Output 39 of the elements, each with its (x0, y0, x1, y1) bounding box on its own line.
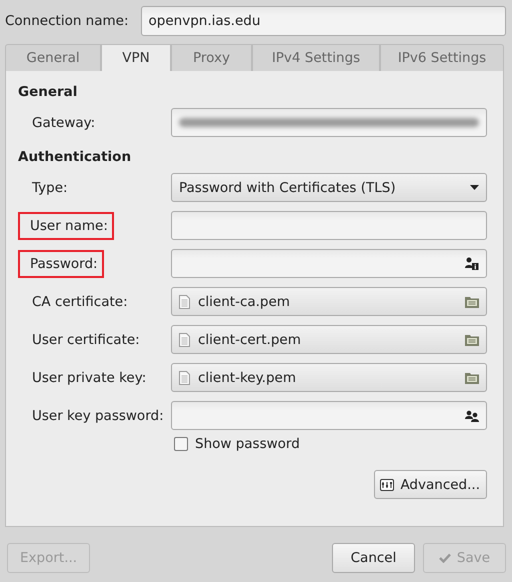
field-label: User key password: (31, 406, 165, 426)
section-heading: Authentication (18, 149, 132, 165)
connection-name-field[interactable]: openvpn.ias.edu (140, 6, 506, 36)
settings-icon (380, 478, 394, 490)
text-field[interactable] (171, 211, 487, 240)
tab[interactable]: General (5, 44, 101, 71)
show-password-checkbox[interactable]: Show password (174, 436, 300, 452)
file-icon (179, 370, 190, 384)
field-label: User name: (20, 214, 112, 238)
field-label: User certificate: (31, 330, 141, 350)
field-label: User private key: (31, 368, 148, 388)
file-chooser-button[interactable]: client-cert.pem (171, 325, 487, 354)
connection-name-label: Connection name: (5, 13, 129, 29)
folder-icon (465, 334, 479, 346)
file-chooser-button[interactable]: client-key.pem (171, 363, 487, 392)
password-field[interactable] (171, 401, 487, 430)
file-chooser-button[interactable]: client-ca.pem (171, 287, 487, 316)
folder-icon (465, 372, 479, 384)
tab[interactable]: IPv6 Settings (380, 44, 504, 71)
password-field[interactable] (171, 249, 487, 278)
cancel-button[interactable]: Cancel (332, 543, 415, 573)
file-icon (179, 332, 190, 346)
tab[interactable]: VPN (101, 44, 171, 71)
user-info-icon (465, 257, 479, 270)
gateway-field[interactable] (171, 108, 487, 137)
users-icon (465, 410, 479, 422)
section-heading: General (18, 84, 78, 100)
checkmark-icon (438, 553, 451, 563)
dropdown-arrow-icon (470, 184, 479, 190)
type-dropdown[interactable]: Password with Certificates (TLS) (171, 173, 487, 202)
tab[interactable]: Proxy (171, 44, 252, 71)
field-label: Type: (31, 178, 69, 198)
field-label: CA certificate: (31, 292, 129, 312)
advanced-button[interactable]: Advanced... (374, 470, 487, 499)
tab[interactable]: IPv4 Settings (252, 44, 380, 71)
folder-icon (465, 296, 479, 308)
field-label: Password: (20, 252, 102, 276)
file-icon (179, 294, 190, 308)
field-label: Gateway: (31, 114, 96, 132)
